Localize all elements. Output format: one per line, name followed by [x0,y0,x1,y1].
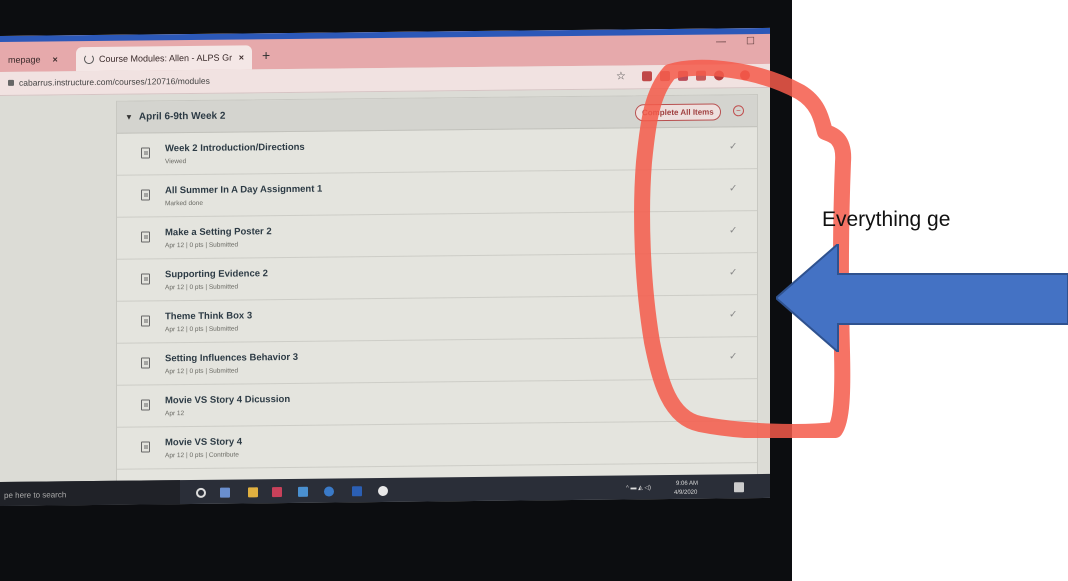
document-icon [141,189,150,201]
annotation-text: Everything ge [822,208,951,231]
document-icon [141,441,150,453]
word-icon[interactable] [352,486,362,497]
document-icon [141,273,150,285]
clock-date: 4/9/2020 [674,489,698,496]
module-item-title[interactable]: Make a Setting Poster 2 [165,226,272,238]
clock-time: 9:06 AM [676,480,699,487]
edge-icon[interactable] [324,486,334,497]
document-icon [141,231,150,243]
document-icon [141,399,150,411]
module-item-details: Apr 12 | 0 pts | Submitted [165,241,239,250]
module-item-text: Make a Setting Poster 2 Apr 12 | 0 pts | … [165,226,272,249]
document-icon [141,357,150,369]
module-item-details: Marked done [165,199,203,208]
system-tray-icons[interactable]: ^ ▬ ◭ ◁) [626,484,651,491]
module-item-text: Movie VS Story 4 Dicussion Apr 12 [165,394,290,417]
lock-icon [8,79,14,86]
new-tab-button[interactable]: + [262,47,270,63]
module-item-title[interactable]: Week 2 Introduction/Directions [165,142,305,154]
module-item-title[interactable]: Movie VS Story 4 Dicussion [165,394,290,406]
module-item-text: Supporting Evidence 2 Apr 12 | 0 pts | Su… [165,268,268,291]
module-item-text: Setting Influences Behavior 3 Apr 12 | 0 … [165,352,298,375]
store-icon[interactable] [272,487,282,498]
document-icon [141,147,150,159]
module-item-text: Week 2 Introduction/Directions Viewed [165,142,305,165]
tab-course-modules[interactable]: Course Modules: Allen - ALPS Gr × [76,45,252,72]
tab-homepage[interactable]: mepage × [0,47,80,72]
caret-down-icon[interactable]: ▼ [125,113,133,122]
module-item-title[interactable]: Movie VS Story 4 [165,436,242,448]
tab-active-label: Course Modules: Allen - ALPS Gr [99,52,233,64]
document-icon [141,315,150,327]
chrome-icon[interactable] [378,485,388,497]
minimize-icon[interactable]: — [716,36,726,47]
close-icon[interactable]: × [53,54,58,64]
blue-arrow [776,244,1068,352]
module-item-details: Apr 12 [165,410,185,418]
module-item-text: Movie VS Story 4 Apr 12 | 0 pts | Contrib… [165,436,242,459]
module-item-title[interactable]: Theme Think Box 3 [165,310,252,322]
url-field[interactable]: cabarrus.instructure.com/courses/120716/… [8,76,210,88]
loading-icon [84,54,94,65]
taskbar-search-input[interactable]: pe here to search [0,480,180,507]
module-item-details: Apr 12 | 0 pts | Submitted [165,325,239,334]
module-item-text: Theme Think Box 3 Apr 12 | 0 pts | Submit… [165,310,252,333]
maximize-icon[interactable]: ☐ [746,36,755,47]
module-item-title[interactable]: Supporting Evidence 2 [165,268,268,280]
close-icon[interactable]: × [239,52,244,62]
module-item-details: Viewed [165,158,187,166]
url-text: cabarrus.instructure.com/courses/120716/… [19,75,210,88]
module-item-title[interactable]: Setting Influences Behavior 3 [165,352,298,364]
title-strip [0,27,770,42]
file-explorer-icon[interactable] [248,487,258,498]
star-icon[interactable]: ☆ [616,69,626,82]
cortana-icon[interactable] [196,487,206,498]
module-item-title[interactable]: All Summer In A Day Assignment 1 [165,184,322,197]
module-item-details: Apr 12 | 0 pts | Submitted [165,283,239,292]
module-title: April 6-9th Week 2 [138,110,226,123]
module-item-text: All Summer In A Day Assignment 1 Marked d… [165,184,322,208]
mail-icon[interactable] [298,486,308,497]
notifications-icon[interactable] [734,482,744,493]
task-view-icon[interactable] [220,487,230,498]
module-item-details: Apr 12 | 0 pts | Contribute [165,451,239,460]
module-item-details: Apr 12 | 0 pts | Submitted [165,367,239,376]
tab-home-label: mepage [8,54,41,65]
